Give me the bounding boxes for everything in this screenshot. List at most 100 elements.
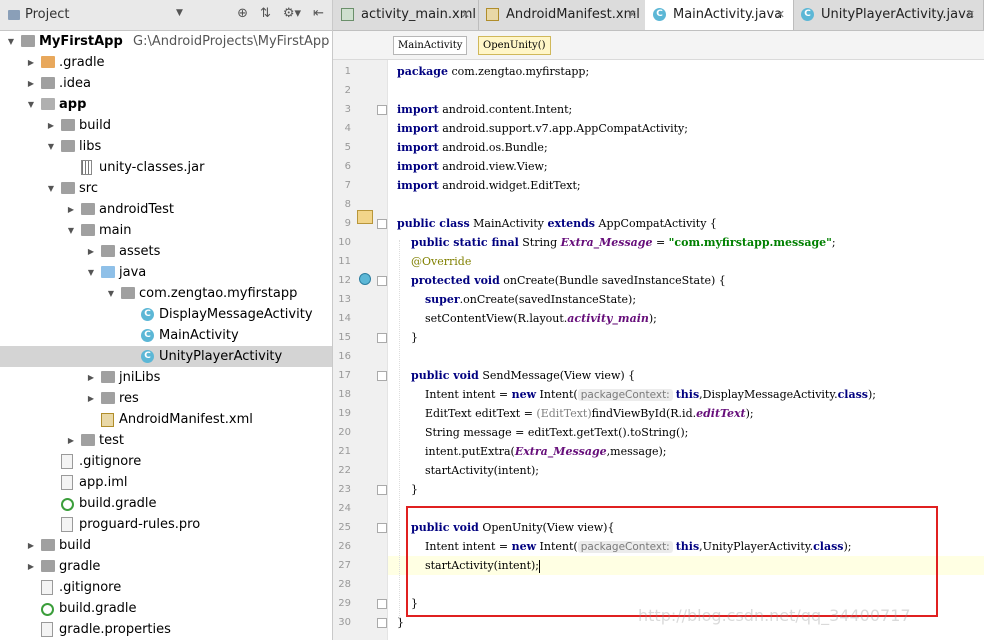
code-token: String message = editText.getText().toSt… [397, 426, 689, 439]
tab-androidmanifest-xml[interactable]: AndroidManifest.xml ✕ [478, 0, 646, 30]
fold-marker-icon[interactable] [377, 523, 387, 533]
code-token: this [675, 388, 700, 401]
collapse-arrow-icon[interactable]: ▶ [66, 199, 76, 220]
tree-item[interactable]: ▶ build [0, 115, 332, 136]
code-token: Extra_Message [514, 445, 607, 458]
expand-arrow-icon[interactable]: ▼ [6, 31, 16, 52]
tree-item[interactable]: unity-classes.jar [0, 157, 332, 178]
collapse-arrow-icon[interactable]: ▶ [86, 367, 96, 388]
tree-item[interactable]: ▶ androidTest [0, 199, 332, 220]
code-line[interactable]: } [397, 480, 418, 499]
breadcrumb-method[interactable]: OpenUnity() [478, 36, 551, 55]
tree-item[interactable]: ▼ app [0, 94, 332, 115]
collapse-arrow-icon[interactable]: ▶ [26, 556, 36, 577]
tree-item[interactable]: ▼ main [0, 220, 332, 241]
tree-item[interactable]: ▶ gradle [0, 556, 332, 577]
collapse-arrow-icon[interactable]: ▶ [26, 535, 36, 556]
tree-item[interactable]: C UnityPlayerActivity [0, 346, 332, 367]
code-line[interactable]: import android.view.View; [397, 157, 548, 176]
hide-panel-icon[interactable]: ⇤ [313, 6, 324, 21]
expand-arrow-icon[interactable]: ▼ [46, 136, 56, 157]
code-line[interactable]: @Override [397, 252, 471, 271]
tree-item[interactable]: ▶ test [0, 430, 332, 451]
code-line[interactable]: EditText editText = (EditText)findViewBy… [397, 404, 754, 423]
code-line[interactable]: setContentView(R.layout.activity_main); [397, 309, 657, 328]
collapse-arrow-icon[interactable]: ▶ [26, 52, 36, 73]
code-token: public static final [411, 236, 519, 249]
tab-mainactivity-java[interactable]: C MainActivity.java ✕ [645, 0, 794, 30]
close-tab-icon[interactable]: ✕ [776, 0, 785, 30]
code-line[interactable]: super.onCreate(savedInstanceState); [397, 290, 636, 309]
fold-marker-icon[interactable] [377, 276, 387, 286]
chevron-down-icon[interactable]: ▼ [176, 8, 183, 18]
code-token: "com.myfirstapp.message" [668, 236, 832, 249]
code-line[interactable]: import android.os.Bundle; [397, 138, 548, 157]
code-token: com.zengtao.myfirstapp; [447, 65, 590, 78]
fold-marker-icon[interactable] [377, 333, 387, 343]
code-line[interactable]: Intent intent = new Intent(packageContex… [397, 385, 876, 404]
fold-marker-icon[interactable] [377, 599, 387, 609]
tree-item[interactable]: ▶ .idea [0, 73, 332, 94]
expand-arrow-icon[interactable]: ▼ [86, 262, 96, 283]
tree-item[interactable]: proguard-rules.pro [0, 514, 332, 535]
tab-activity-main-xml[interactable]: activity_main.xml ✕ [333, 0, 479, 30]
gear-icon[interactable]: ⚙▾ [283, 6, 301, 21]
code-line[interactable]: startActivity(intent); [397, 461, 539, 480]
expand-arrow-icon[interactable]: ▼ [66, 220, 76, 241]
tree-item[interactable]: ▼ libs [0, 136, 332, 157]
code-line[interactable]: package com.zengtao.myfirstapp; [397, 62, 589, 81]
tree-item[interactable]: C MainActivity [0, 325, 332, 346]
fold-marker-icon[interactable] [377, 485, 387, 495]
override-marker-icon[interactable] [359, 273, 371, 285]
tree-item[interactable]: ▼ java [0, 262, 332, 283]
code-line[interactable]: public void SendMessage(View view) { [397, 366, 635, 385]
code-line[interactable]: protected void onCreate(Bundle savedInst… [397, 271, 726, 290]
tree-item[interactable]: ▼ com.zengtao.myfirstapp [0, 283, 332, 304]
expand-arrow-icon[interactable]: ▼ [106, 283, 116, 304]
tree-item[interactable]: ▶ .gradle [0, 52, 332, 73]
collapse-arrow-icon[interactable]: ▶ [26, 73, 36, 94]
tab-unityplayeractivity-java[interactable]: C UnityPlayerActivity.java ✕ [793, 0, 984, 30]
tree-item[interactable]: gradle.properties [0, 619, 332, 640]
tree-item[interactable]: .gitignore [0, 577, 332, 598]
code-line[interactable]: } [397, 328, 418, 347]
code-line[interactable]: public class MainActivity extends AppCom… [397, 214, 717, 233]
close-tab-icon[interactable]: ✕ [461, 0, 470, 30]
collapse-all-icon[interactable]: ⇅ [260, 6, 271, 21]
expand-arrow-icon[interactable]: ▼ [26, 94, 36, 115]
close-tab-icon[interactable]: ✕ [628, 0, 637, 30]
code-line[interactable]: intent.putExtra(Extra_Message,message); [397, 442, 667, 461]
tree-item[interactable]: ▶ assets [0, 241, 332, 262]
fold-marker-icon[interactable] [377, 219, 387, 229]
tree-item[interactable]: build.gradle [0, 598, 332, 619]
tree-item[interactable]: C DisplayMessageActivity [0, 304, 332, 325]
project-view-selector[interactable]: Project [8, 7, 69, 22]
fold-marker-icon[interactable] [377, 618, 387, 628]
fold-marker-icon[interactable] [377, 371, 387, 381]
collapse-arrow-icon[interactable]: ▶ [46, 115, 56, 136]
tree-item[interactable]: AndroidManifest.xml [0, 409, 332, 430]
tree-item[interactable]: ▼ src [0, 178, 332, 199]
tree-item[interactable]: ▶ build [0, 535, 332, 556]
fold-marker-icon[interactable] [377, 105, 387, 115]
collapse-arrow-icon[interactable]: ▶ [86, 388, 96, 409]
code-line[interactable]: import android.support.v7.app.AppCompatA… [397, 119, 688, 138]
editor-tabs: activity_main.xml ✕ AndroidManifest.xml ✕ C M… [333, 0, 984, 31]
collapse-arrow-icon[interactable]: ▶ [86, 241, 96, 262]
tree-item[interactable]: app.iml [0, 472, 332, 493]
scroll-from-source-icon[interactable]: ⊕ [237, 6, 248, 21]
code-line[interactable]: public static final String Extra_Message… [397, 233, 836, 252]
tree-item[interactable]: .gitignore [0, 451, 332, 472]
expand-arrow-icon[interactable]: ▼ [46, 178, 56, 199]
code-line[interactable]: import android.content.Intent; [397, 100, 572, 119]
tree-item[interactable]: build.gradle [0, 493, 332, 514]
code-line[interactable]: import android.widget.EditText; [397, 176, 581, 195]
collapse-arrow-icon[interactable]: ▶ [66, 430, 76, 451]
tree-item[interactable]: ▶ jniLibs [0, 367, 332, 388]
implementation-marker-icon[interactable] [357, 210, 373, 224]
tree-item[interactable]: ▼ MyFirstApp G:\AndroidProjects\MyFirstApp [0, 31, 332, 52]
close-tab-icon[interactable]: ✕ [966, 0, 975, 30]
breadcrumb-class[interactable]: MainActivity [393, 36, 468, 55]
tree-item[interactable]: ▶ res [0, 388, 332, 409]
code-line[interactable]: String message = editText.getText().toSt… [397, 423, 688, 442]
